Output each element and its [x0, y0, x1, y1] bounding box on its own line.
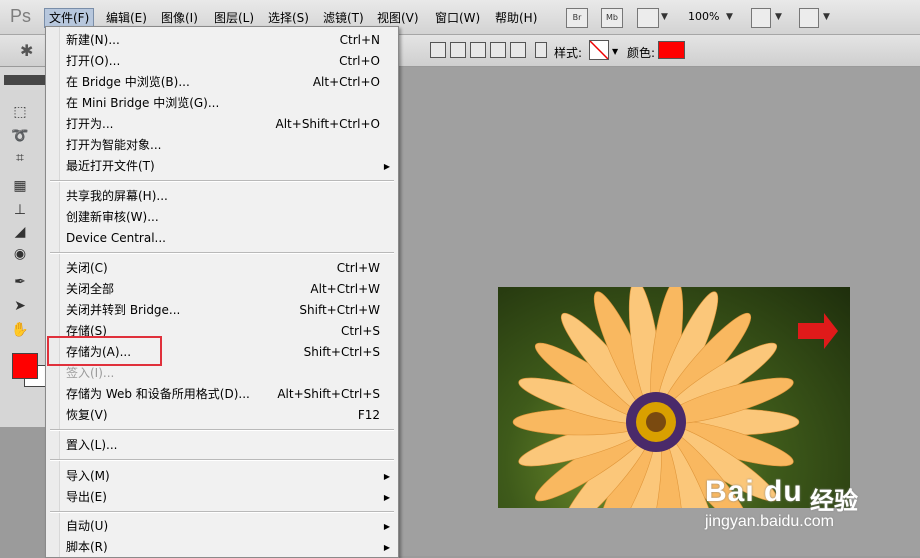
- menu-item-import[interactable]: 导入(M) ▶: [46, 466, 398, 487]
- tools-panel: ⬚ ➰ ⌗ ▦ ⊥ ◢ ◉ ✒ ➤ ✋: [0, 67, 49, 427]
- exclude-selection-icon[interactable]: [510, 42, 526, 58]
- menu-item-open-as[interactable]: 打开为... Alt+Shift+Ctrl+O: [46, 114, 398, 135]
- submenu-arrow-icon: ▶: [383, 472, 390, 481]
- stamp-tool-icon[interactable]: ⊥: [11, 201, 29, 219]
- menu-item-new-review[interactable]: 创建新审核(W)...: [46, 207, 398, 228]
- menu-item-open-as-smart-object[interactable]: 打开为智能对象...: [46, 135, 398, 156]
- menu-item-device-central[interactable]: Device Central...: [46, 228, 398, 249]
- chevron-down-icon[interactable]: ▼: [775, 12, 782, 22]
- menu-filter[interactable]: 滤镜(T): [319, 9, 368, 27]
- mini-bridge-button[interactable]: Mb: [601, 8, 623, 28]
- hand-tool-icon[interactable]: ✋: [11, 321, 29, 339]
- menu-item-close-all[interactable]: 关闭全部 Alt+Ctrl+W: [46, 279, 398, 300]
- chevron-down-icon[interactable]: ▼: [661, 12, 668, 22]
- pen-tool-icon[interactable]: ✒: [11, 273, 29, 291]
- new-selection-icon[interactable]: [430, 42, 446, 58]
- arrange-documents-icon[interactable]: [751, 8, 771, 28]
- color-label: 颜色:: [627, 46, 656, 60]
- menu-item-automate[interactable]: 自动(U) ▶: [46, 516, 398, 537]
- submenu-arrow-icon: ▶: [383, 162, 390, 171]
- submenu-arrow-icon: ▶: [383, 543, 390, 552]
- menu-separator: [50, 180, 394, 182]
- menu-item-new[interactable]: 新建(N)... Ctrl+N: [46, 30, 398, 51]
- menu-item-save-for-web[interactable]: 存储为 Web 和设备所用格式(D)... Alt+Shift+Ctrl+S: [46, 384, 398, 405]
- submenu-arrow-icon: ▶: [383, 522, 390, 531]
- zoom-level[interactable]: 100%: [688, 10, 719, 23]
- eraser-tool-icon[interactable]: ◢: [11, 223, 29, 241]
- foreground-color-swatch[interactable]: [12, 353, 38, 379]
- menu-item-scripts[interactable]: 脚本(R) ▶: [46, 537, 398, 557]
- link-icon[interactable]: [535, 42, 547, 58]
- watermark-sub: 经验: [810, 487, 858, 515]
- menu-select[interactable]: 选择(S): [264, 9, 313, 27]
- chevron-down-icon[interactable]: ▼: [823, 12, 830, 22]
- menu-help[interactable]: 帮助(H): [491, 9, 541, 27]
- file-menu-dropdown: 新建(N)... Ctrl+N 打开(O)... Ctrl+O 在 Bridge 中…: [45, 26, 399, 558]
- menu-view[interactable]: 视图(V): [373, 9, 423, 27]
- menu-item-export[interactable]: 导出(E) ▶: [46, 487, 398, 508]
- photoshop-logo: Ps: [10, 6, 32, 26]
- style-swatch[interactable]: [589, 40, 609, 60]
- menu-item-share-screen[interactable]: 共享我的屏幕(H)...: [46, 186, 398, 207]
- baidu-watermark: Bai du 经验 jingyan.baidu.com: [705, 475, 915, 545]
- menu-item-revert[interactable]: 恢复(V) F12: [46, 405, 398, 426]
- extras-icon[interactable]: [637, 8, 659, 28]
- menu-window[interactable]: 窗口(W): [431, 9, 484, 27]
- menu-item-close[interactable]: 关闭(C) Ctrl+W: [46, 258, 398, 279]
- path-selection-tool-icon[interactable]: ➤: [11, 297, 29, 315]
- watermark-brand: Bai du: [705, 475, 803, 508]
- lasso-tool-icon[interactable]: ➰: [11, 127, 29, 145]
- menu-separator: [50, 459, 394, 461]
- menu-separator: [50, 252, 394, 254]
- add-selection-icon[interactable]: [450, 42, 466, 58]
- chevron-down-icon[interactable]: ▼: [612, 47, 618, 56]
- spot-healing-tool-icon[interactable]: ▦: [11, 177, 29, 195]
- menu-item-check-in: 签入(I)...: [66, 366, 115, 380]
- blur-tool-icon[interactable]: ◉: [11, 245, 29, 263]
- menu-layer[interactable]: 图层(L): [210, 9, 258, 27]
- tools-panel-header[interactable]: [4, 75, 48, 85]
- menu-item-open[interactable]: 打开(O)... Ctrl+O: [46, 51, 398, 72]
- chevron-down-icon[interactable]: ▼: [726, 12, 733, 22]
- subtract-selection-icon[interactable]: [470, 42, 486, 58]
- marquee-tool-icon[interactable]: ⬚: [11, 103, 29, 121]
- tool-preset-icon[interactable]: ✱: [20, 41, 33, 60]
- menu-image[interactable]: 图像(I): [157, 9, 202, 27]
- style-label: 样式:: [554, 46, 583, 60]
- watermark-url: jingyan.baidu.com: [705, 513, 834, 530]
- menu-item-open-recent[interactable]: 最近打开文件(T) ▶: [46, 156, 398, 177]
- annotation-highlight-box: [47, 336, 162, 366]
- bridge-button[interactable]: Br: [566, 8, 588, 28]
- menu-file[interactable]: 文件(F): [44, 8, 95, 28]
- intersect-selection-icon[interactable]: [490, 42, 506, 58]
- screen-mode-icon[interactable]: [799, 8, 819, 28]
- submenu-arrow-icon: ▶: [383, 493, 390, 502]
- menu-item-place[interactable]: 置入(L)...: [46, 435, 398, 456]
- menu-separator: [50, 429, 394, 431]
- color-swatch[interactable]: [658, 41, 685, 59]
- crop-tool-icon[interactable]: ⌗: [11, 149, 29, 167]
- menu-separator: [50, 511, 394, 513]
- menu-item-browse-in-mini-bridge[interactable]: 在 Mini Bridge 中浏览(G)...: [46, 93, 398, 114]
- menu-edit[interactable]: 编辑(E): [102, 9, 151, 27]
- menu-item-close-and-go-to-bridge[interactable]: 关闭并转到 Bridge... Shift+Ctrl+W: [46, 300, 398, 321]
- menu-item-browse-in-bridge[interactable]: 在 Bridge 中浏览(B)... Alt+Ctrl+O: [46, 72, 398, 93]
